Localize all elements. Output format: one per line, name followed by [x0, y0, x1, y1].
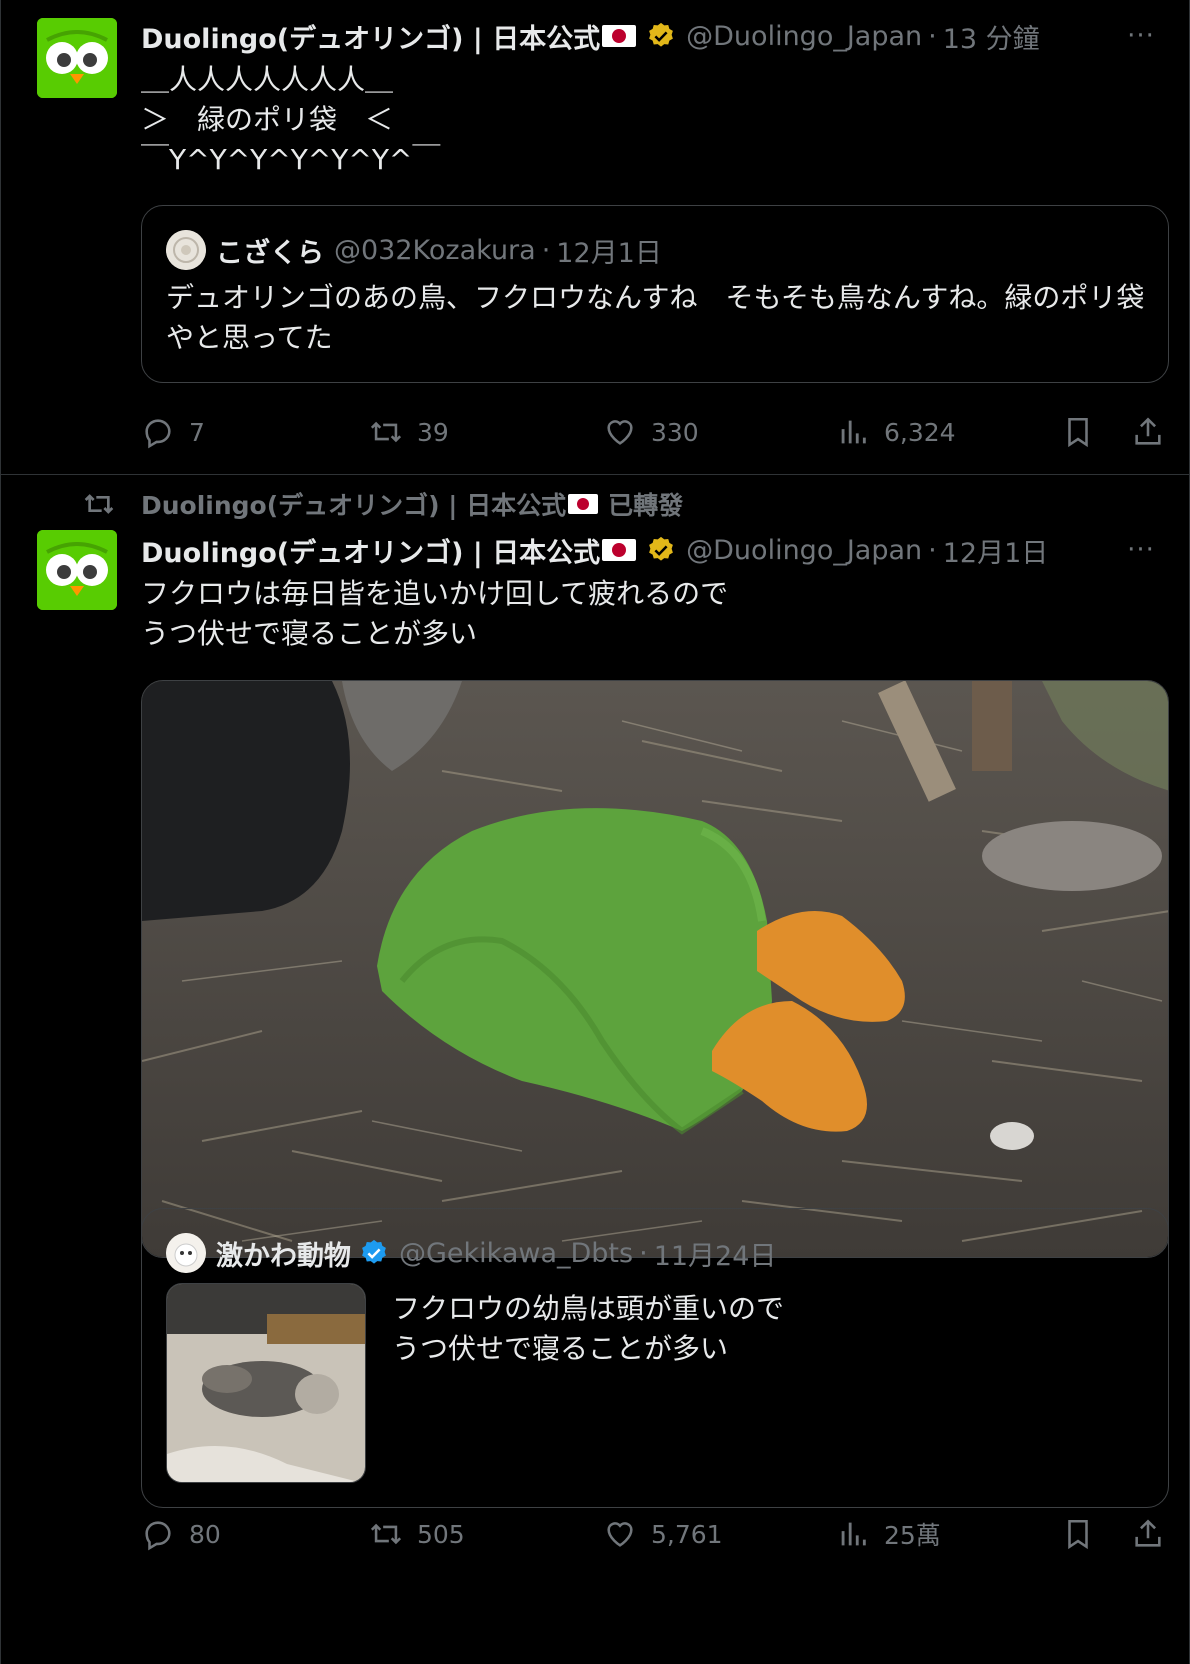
retweeter-name: Duolingo(デュオリンゴ) | 日本公式 [141, 491, 567, 520]
tweet-text: フクロウは毎日皆を追いかけ回して疲れるので うつ伏せで寝ることが多い [141, 577, 729, 650]
author-name[interactable]: Duolingo(デュオリンゴ) | 日本公式 [141, 531, 600, 570]
quoted-tweet-text: フクロウの幼鳥は頭が重いので うつ伏せで寝ることが多い [392, 1292, 785, 1365]
tweet-actions: 7 39 330 6,324 [141, 410, 1171, 454]
retweeted-by-line[interactable]: Duolingo(デュオリンゴ) | 日本公式 已轉發 [141, 484, 683, 524]
verified-badge-icon[interactable] [359, 1238, 389, 1268]
quoted-author-name[interactable]: 激かわ動物 [216, 1234, 351, 1273]
verified-badge-icon[interactable] [646, 535, 676, 565]
like-button[interactable]: 330 [603, 410, 699, 454]
separator-dot: · [928, 534, 937, 566]
tweet-timestamp[interactable]: 13 分鐘 [943, 17, 1040, 56]
retweet-button[interactable]: 505 [369, 1512, 465, 1556]
retweet-button[interactable]: 39 [369, 410, 449, 454]
views-chart-icon [841, 1522, 866, 1546]
reply-button[interactable]: 7 [141, 410, 205, 454]
japan-flag-icon [568, 494, 599, 514]
bookmark-icon [1068, 417, 1088, 448]
retweet-label: 已轉發 [608, 491, 684, 520]
japan-flag-icon [602, 25, 637, 47]
quoted-timestamp[interactable]: 12月1日 [556, 231, 662, 270]
avatar[interactable] [166, 1233, 206, 1273]
quoted-tweet-thumbnail[interactable] [166, 1283, 366, 1483]
share-button[interactable] [1131, 1512, 1179, 1556]
retweet-icon [370, 1523, 402, 1545]
heart-icon [607, 1522, 633, 1547]
more-options-button[interactable]: ··· [1121, 530, 1161, 570]
retweet-icon [370, 421, 402, 443]
tweet-header: Duolingo(デュオリンゴ) | 日本公式 @Duolingo_Japan … [141, 16, 1040, 56]
separator-dot: · [541, 234, 551, 266]
heart-icon [607, 420, 633, 445]
share-icon [1135, 417, 1161, 445]
tweet[interactable]: Duolingo(デュオリンゴ) | 日本公式 @Duolingo_Japan … [1, 0, 1190, 475]
author-handle[interactable]: @Duolingo_Japan [686, 535, 922, 566]
quoted-tweet-header: こざくら @032Kozakura · 12月1日 [166, 230, 662, 270]
author-name[interactable]: Duolingo(デュオリンゴ) | 日本公式 [141, 17, 600, 56]
author-handle[interactable]: @Duolingo_Japan [686, 21, 922, 52]
separator-dot: · [928, 20, 937, 52]
retweet-count: 505 [417, 1519, 465, 1549]
bookmark-button[interactable] [1061, 410, 1109, 454]
duolingo-owl-icon[interactable] [37, 530, 117, 610]
views-count: 6,324 [884, 417, 956, 447]
views-button[interactable]: 6,324 [836, 410, 956, 454]
like-button[interactable]: 5,761 [603, 1512, 723, 1556]
like-count: 330 [651, 417, 699, 447]
japan-flag-icon [602, 539, 637, 561]
views-button[interactable]: 25萬 [836, 1512, 941, 1556]
tweet[interactable]: Duolingo(デュオリンゴ) | 日本公式 已轉發 Duolingo(デュオ… [1, 476, 1190, 1664]
tweet-image[interactable] [141, 680, 1169, 1258]
share-icon [1135, 1519, 1161, 1547]
views-count: 25萬 [884, 1521, 941, 1550]
reply-count: 80 [189, 1519, 221, 1549]
retweet-count: 39 [417, 417, 449, 447]
tweet-header: Duolingo(デュオリンゴ) | 日本公式 @Duolingo_Japan … [141, 530, 1048, 570]
verified-badge-icon[interactable] [646, 21, 676, 51]
retweet-icon [83, 488, 115, 520]
quoted-author-name[interactable]: こざくら [216, 231, 324, 270]
quoted-author-handle[interactable]: @Gekikawa_Dbts [399, 1238, 633, 1269]
timeline-feed: Duolingo(デュオリンゴ) | 日本公式 @Duolingo_Japan … [0, 0, 1190, 1664]
share-button[interactable] [1131, 410, 1179, 454]
quoted-timestamp[interactable]: 11月24日 [654, 1234, 777, 1273]
quoted-tweet-header: 激かわ動物 @Gekikawa_Dbts · 11月24日 [166, 1233, 776, 1273]
views-chart-icon [841, 420, 866, 444]
like-count: 5,761 [651, 1519, 723, 1549]
bookmark-icon [1068, 1519, 1088, 1550]
quoted-tweet-text: デュオリンゴのあの鳥、フクロウなんすね そもそも鳥なんすね。緑のポリ袋やと思って… [166, 281, 1145, 354]
bookmark-button[interactable] [1061, 1512, 1109, 1556]
more-options-button[interactable]: ··· [1121, 16, 1161, 56]
quoted-tweet[interactable]: 激かわ動物 @Gekikawa_Dbts · 11月24日 フクロウの幼鳥は頭が… [141, 1208, 1169, 1508]
tweet-timestamp[interactable]: 12月1日 [943, 531, 1049, 570]
tweet-text: ＿人人人人人人人＿ ＞ 緑のポリ袋 ＜ ￣Y^Y^Y^Y^Y^Y^￣ [141, 63, 441, 176]
reply-icon [145, 1521, 171, 1551]
tweet-actions: 80 505 5,761 25萬 [141, 1512, 1171, 1556]
reply-count: 7 [189, 417, 205, 447]
reply-button[interactable]: 80 [141, 1512, 221, 1556]
quoted-author-handle[interactable]: @032Kozakura [334, 235, 536, 266]
reply-icon [145, 419, 171, 449]
separator-dot: · [639, 1237, 648, 1269]
duolingo-owl-icon[interactable] [37, 18, 117, 98]
quoted-tweet[interactable]: こざくら @032Kozakura · 12月1日 デュオリンゴのあの鳥、フクロ… [141, 205, 1169, 383]
avatar[interactable] [166, 230, 206, 270]
